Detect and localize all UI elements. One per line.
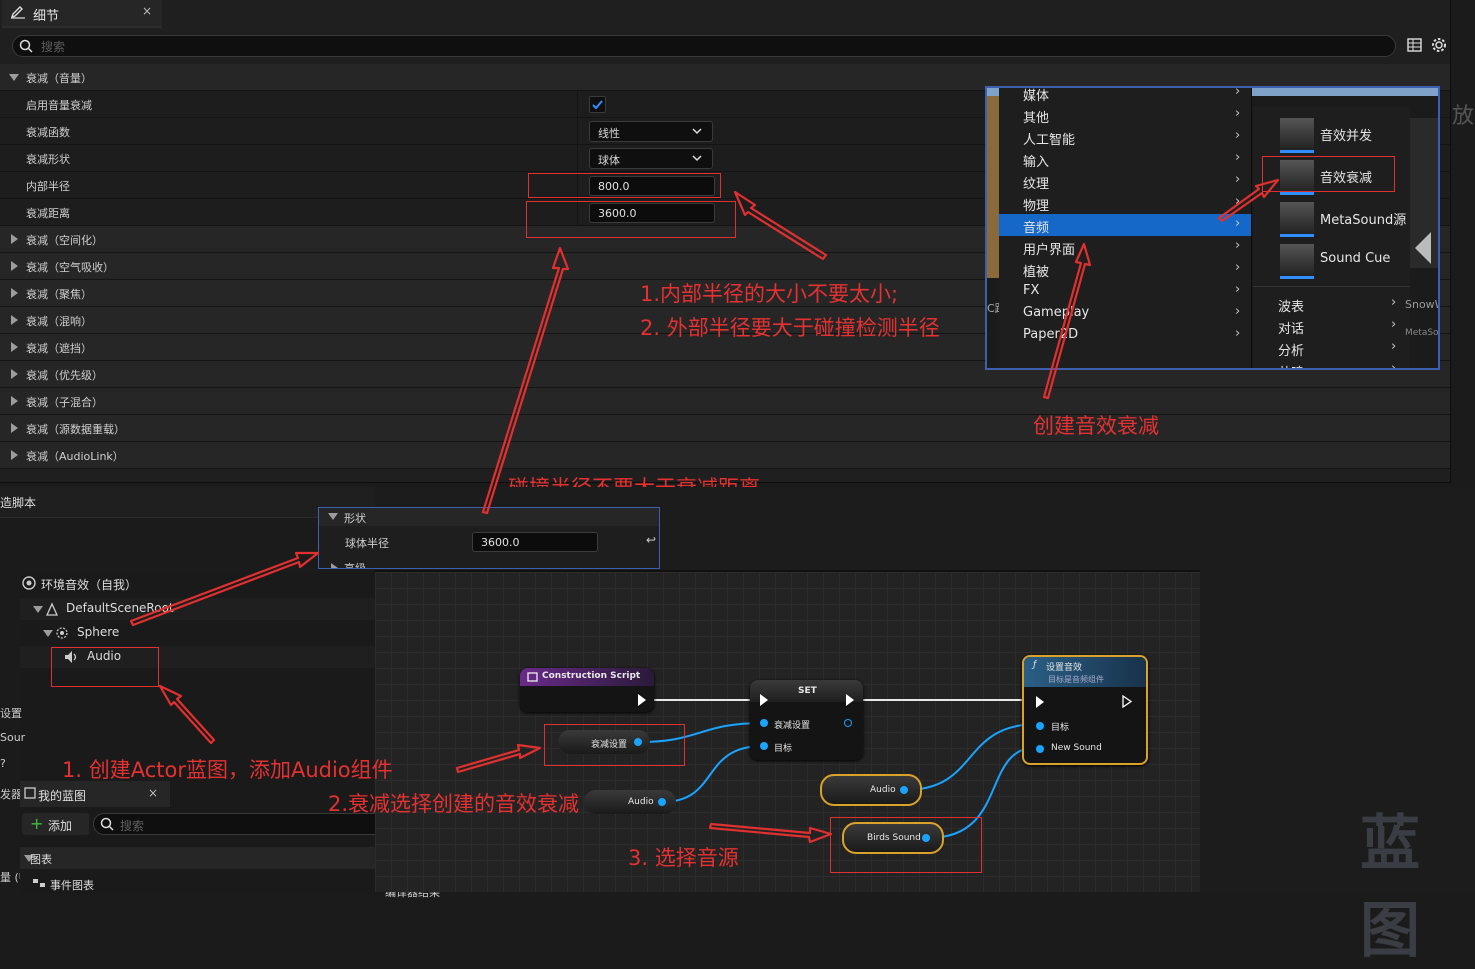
- pin-label: New Sound: [1051, 743, 1102, 753]
- construction-script-node[interactable]: Construction Script: [520, 668, 654, 712]
- target-in-pin[interactable]: [1036, 722, 1044, 730]
- highlight-attenuation-variable: [544, 724, 685, 766]
- target-in-pin[interactable]: [760, 742, 768, 750]
- pin-label: 目标: [1051, 723, 1070, 733]
- set-sound-node[interactable]: ƒ 设置音效 目标是音频组件 目标 New Sound: [1022, 655, 1148, 765]
- function-icon: [527, 672, 538, 682]
- node-header: Construction Script: [520, 668, 654, 686]
- exec-in-pin[interactable]: [760, 694, 768, 706]
- new-sound-in-pin[interactable]: [1036, 745, 1044, 753]
- exec-out-pin[interactable]: [638, 694, 646, 706]
- variable-label: Audio: [628, 797, 654, 807]
- annotation-step-3: 3. 选择音源: [628, 846, 739, 870]
- attenuation-out-pin[interactable]: [844, 719, 852, 727]
- pin-label: 衰减设置: [774, 721, 811, 731]
- node-title: SET: [798, 686, 817, 696]
- exec-in-pin[interactable]: [1036, 696, 1044, 708]
- audio-variable-selected[interactable]: Audio: [820, 774, 922, 806]
- exec-out-pin[interactable]: [1122, 695, 1132, 708]
- exec-out-pin[interactable]: [846, 694, 854, 706]
- highlight-birds-sound: [830, 817, 982, 873]
- pin-label: 目标: [774, 744, 793, 754]
- node-header: ƒ 设置音效 目标是音频组件: [1024, 657, 1146, 687]
- variable-label: Audio: [870, 785, 896, 795]
- function-icon: ƒ: [1033, 660, 1037, 670]
- audio-variable[interactable]: Audio: [584, 790, 676, 814]
- annotation-step-1: 1. 创建Actor蓝图，添加Audio组件: [62, 758, 393, 782]
- variable-out-pin[interactable]: [900, 786, 908, 794]
- node-title: 设置音效: [1046, 663, 1083, 673]
- set-node[interactable]: SET 衰减设置 目标: [750, 680, 863, 760]
- node-subtitle: 目标是音频组件: [1048, 675, 1104, 684]
- variable-out-pin[interactable]: [658, 798, 666, 806]
- attenuation-in-pin[interactable]: [760, 719, 768, 727]
- annotation-step-2: 2.衰减选择创建的音效衰减: [328, 792, 580, 816]
- node-title: Construction Script: [542, 671, 641, 681]
